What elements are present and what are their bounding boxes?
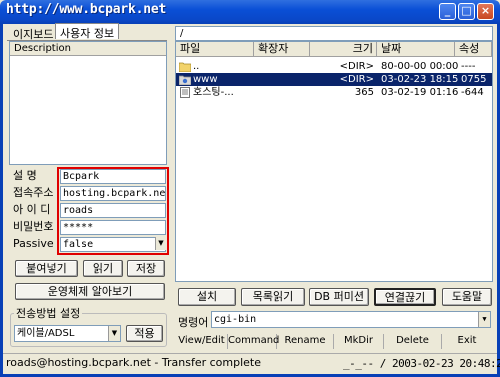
disconnect-button[interactable]: 연결끊기 [374,288,436,306]
description-box[interactable]: Description [9,41,167,165]
file-date: 80-00-00 00:00 [381,61,459,72]
file-name: 호스팅-... [193,87,234,98]
status-datetime: _-_-- / 2003-02-23 20:48:28 [343,357,500,370]
file-row[interactable]: www <DIR> 03-02-23 18:15 0755 [176,73,492,86]
chevron-down-icon[interactable]: ▼ [108,326,120,341]
install-button[interactable]: 설치 [178,288,236,306]
label-passive: Passive [13,237,54,250]
view-edit-button[interactable]: View/Edit [176,334,228,349]
column-header-size[interactable]: 크기 [310,42,377,57]
rename-button[interactable]: Rename [277,334,334,349]
maximize-button[interactable]: □ [458,3,475,20]
command-input[interactable]: cgi-bin ▼ [211,311,491,328]
folder-icon [179,62,191,72]
save-button[interactable]: 저장 [127,260,165,277]
status-message: roads@hosting.bcpark.net - Transfer comp… [6,356,261,369]
close-button[interactable]: × [477,3,494,20]
file-attr: ---- [461,61,476,72]
label-description: 설 명 [13,169,37,182]
highlight-box [57,167,169,255]
file-name: .. [193,61,200,72]
paste-button[interactable]: 붙여넣기 [15,260,78,277]
mkdir-button[interactable]: MkDir [334,334,384,349]
column-header-file[interactable]: 파일 [176,42,254,57]
column-header-attr[interactable]: 속성 [455,42,492,57]
file-size: 365 [354,87,374,98]
transfer-method-select[interactable]: 케이블/ADSL ▼ [14,325,121,342]
label-host: 접속주소 [13,186,54,199]
file-date: 03-02-19 01:16 [381,87,459,98]
read-button[interactable]: 읽기 [83,260,123,277]
transfer-method-value: 케이블/ADSL [17,328,75,339]
path-bar[interactable]: / [175,26,493,41]
file-size: <DIR> [339,61,374,72]
tab-easyboard[interactable]: 이지보드 [9,25,57,41]
chevron-down-icon[interactable]: ▼ [478,312,490,327]
file-row[interactable]: .. <DIR> 80-00-00 00:00 ---- [176,60,492,73]
db-permission-button[interactable]: DB 퍼미션 [309,288,369,306]
delete-button[interactable]: Delete [384,334,442,349]
file-date: 03-02-23 18:15 [381,74,459,85]
column-header-date[interactable]: 날짜 [377,42,455,57]
help-button[interactable]: 도움말 [442,288,492,306]
folder-link-icon [179,75,191,85]
description-header: Description [10,42,166,56]
transfer-method-title: 전송방법 설정 [14,305,83,321]
window-title: http://www.bcpark.net [6,2,167,17]
command-value: cgi-bin [214,314,257,325]
column-header-ext[interactable]: 확장자 [254,42,310,57]
command-label: 명령어 [178,316,209,329]
command-button[interactable]: Command [228,334,279,349]
file-row[interactable]: 호스팅-... 365 03-02-19 01:16 -644 [176,86,492,99]
file-icon [180,87,190,98]
file-size: <DIR> [339,74,374,85]
minimize-button[interactable]: _ [439,3,456,20]
read-list-button[interactable]: 목록읽기 [241,288,305,306]
tab-user-info[interactable]: 사용자 정보 [55,23,120,40]
apply-button[interactable]: 적용 [126,325,163,342]
label-user-id: 아 이 디 [13,203,51,216]
file-attr: 0755 [461,74,487,85]
exit-button[interactable]: Exit [442,334,492,349]
label-password: 비밀번호 [13,220,54,233]
file-attr: -644 [461,87,484,98]
file-name: www [193,74,218,85]
os-detect-button[interactable]: 운영체제 알아보기 [15,283,165,300]
file-list[interactable]: 파일 확장자 크기 날짜 속성 .. <DIR> 80-00-00 00:00 … [175,41,493,282]
window-border-left [0,24,3,377]
